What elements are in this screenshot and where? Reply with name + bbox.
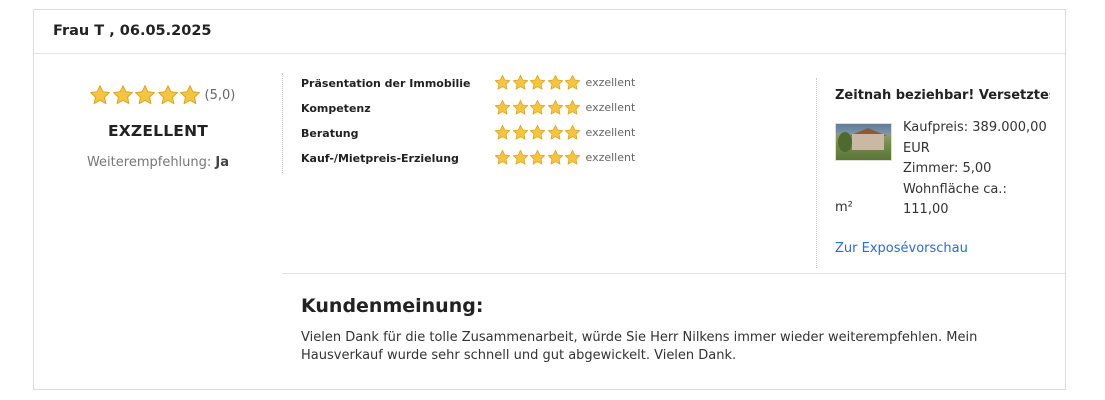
star-icon [547,99,563,115]
property-thumbnail[interactable] [835,123,892,161]
criterion-row: Präsentation der Immobilie exzellent [301,74,661,99]
recommendation-label: Weiterempfehlung: [86,155,212,170]
star-icon [547,124,563,140]
expose-preview-link[interactable]: Zur Exposévorschau [835,241,968,256]
star-icon [564,124,581,140]
criterion-value: exzellent [585,151,636,164]
overall-stars-holder [89,84,202,106]
opinion-heading: Kundenmeinung: [301,295,484,317]
star-icon [112,85,133,105]
property-details: Kaufpreis: 389.000,00 EUR Zimmer: 5,00 W… [903,118,1053,221]
star-icon [512,74,528,90]
criterion-row: Beratung exzellent [301,124,661,149]
star-icon [529,74,546,90]
star-icon [494,74,511,90]
house-shape [852,134,884,150]
star-icon [564,99,581,115]
criterion-label: Kompetenz [301,102,371,115]
recommendation-value: Ja [215,155,230,170]
star-icon [90,85,110,105]
star-icon [529,149,546,165]
star-icon [494,124,511,140]
star-icon [529,124,546,140]
property-currency: EUR [903,140,930,156]
divider [816,78,817,268]
recommendation: Weiterempfehlung: Ja [34,155,282,170]
star-icon [494,149,511,165]
star-icon [564,149,581,165]
criterion-label: Kauf-/Mietpreis-Erzielung [301,152,459,165]
criterion-row: Kompetenz exzellent [301,99,661,124]
criterion-row: Kauf-/Mietpreis-Erzielung exzellent [301,149,661,174]
criterion-value: exzellent [585,101,636,114]
criterion-value: exzellent [585,126,636,139]
property-panel: Zeitnah beziehbar! Versetztes R... Kaufp… [835,88,1055,256]
criterion-stars-holder [494,74,582,91]
star-icon [157,85,178,105]
star-icon [135,85,155,105]
star-icon [564,74,581,90]
property-title[interactable]: Zeitnah beziehbar! Versetztes R... [835,88,1050,103]
star-icon [494,99,511,115]
property-area: Wohnfläche ca.: 111,00 [903,181,1007,218]
divider [282,73,283,173]
criterion-stars: exzellent [494,99,635,116]
criterion-label: Beratung [301,127,359,140]
criterion-label: Präsentation der Immobilie [301,77,471,90]
criterion-stars: exzellent [494,124,635,141]
divider [282,273,1065,274]
property-rooms: Zimmer: 5,00 [903,161,992,176]
star-icon [547,149,563,165]
criterion-stars: exzellent [494,74,635,91]
opinion-text: Vielen Dank für die tolle Zusammenarbeit… [301,330,978,363]
overall-rating-label: EXZELLENT [107,122,209,140]
star-icon [512,99,528,115]
overall-stars: (5,0) [89,84,235,106]
criterion-stars: exzellent [494,149,635,166]
criterion-stars-holder [494,124,582,141]
review-card: Frau T , 06.05.2025 (5,0) EXZELLENT Weit… [33,9,1066,390]
criterion-value: exzellent [585,76,636,89]
criterion-stars-holder [494,99,582,116]
review-author-date: Frau T , 06.05.2025 [34,10,1065,54]
star-icon [512,149,528,165]
criterion-stars-holder [494,149,582,166]
property-area-unit: m² [835,200,853,215]
star-icon [529,99,546,115]
star-icon [512,124,528,140]
star-icon [547,74,563,90]
property-price: Kaufpreis: 389.000,00 [903,120,1047,135]
star-icon [180,85,200,105]
overall-score: (5,0) [204,87,236,103]
customer-opinion: Kundenmeinung: Vielen Dank für die tolle… [301,295,1051,364]
